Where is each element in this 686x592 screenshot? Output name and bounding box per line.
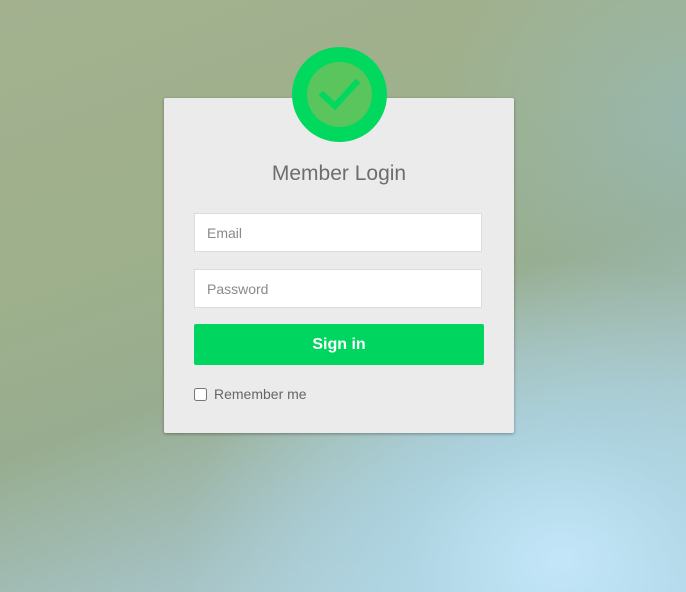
page-title: Member Login <box>271 162 407 185</box>
success-badge <box>292 47 387 142</box>
email-field[interactable] <box>194 213 482 252</box>
badge-inner-circle <box>307 62 372 127</box>
remember-me-option[interactable]: Remember me <box>194 386 307 402</box>
login-card <box>164 98 514 433</box>
remember-me-label: Remember me <box>214 386 307 402</box>
password-field[interactable] <box>194 269 482 308</box>
checkmark-icon <box>318 78 361 111</box>
remember-me-checkbox[interactable] <box>194 387 207 401</box>
sign-in-button[interactable]: Sign in <box>194 324 484 365</box>
